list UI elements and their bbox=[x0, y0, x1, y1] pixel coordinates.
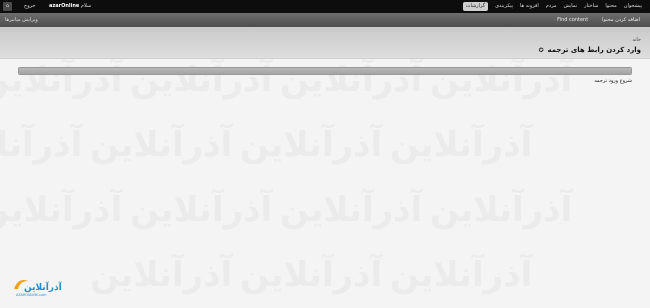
page-title: وارد کردن رابط های ترجمه ✪ bbox=[538, 46, 641, 54]
logo-mark: آذرآنلاین AZARONLINE.com bbox=[14, 280, 63, 297]
watermark-text: آذرآنلاین bbox=[280, 190, 423, 230]
breadcrumb-home[interactable]: خانه bbox=[632, 37, 641, 43]
menu-item-content[interactable]: محتوا bbox=[605, 2, 616, 11]
home-icon[interactable]: ⌂ bbox=[3, 2, 12, 11]
shortcut-find-content[interactable]: Find content bbox=[557, 17, 588, 23]
logo-text: آذرآنلاین bbox=[24, 281, 62, 293]
star-icon[interactable]: ✪ bbox=[538, 47, 543, 54]
shortcut-list: اضافه کردن محتوا Find content bbox=[557, 17, 640, 23]
page-header: خانه وارد کردن رابط های ترجمه ✪ bbox=[0, 27, 650, 59]
import-progress-bar bbox=[18, 67, 632, 75]
logo-subtext: AZARONLINE.com bbox=[16, 293, 47, 297]
edit-shortcuts-link[interactable]: ویرایش میانبرها bbox=[5, 17, 38, 23]
menu-item-dashboard[interactable]: پیشخوان bbox=[624, 2, 642, 11]
shortcut-bar: ویرایش میانبرها اضافه کردن محتوا Find co… bbox=[0, 13, 650, 27]
watermark-text: آذرآنلاین bbox=[90, 255, 233, 295]
watermark-text: آذرآنلاین bbox=[280, 60, 423, 100]
watermark-text: آذرآنلاین bbox=[0, 60, 123, 100]
site-logo: آذرآنلاین AZARONLINE.com bbox=[10, 275, 63, 299]
admin-menu: پیشخوان محتوا ساختار نمایش مردم افزونه ه… bbox=[462, 2, 642, 11]
menu-item-configuration[interactable]: پیکربندی bbox=[495, 2, 513, 11]
watermark-text: آذرآنلاین bbox=[240, 125, 383, 165]
menu-item-people[interactable]: مردم bbox=[546, 2, 557, 11]
watermark-text: آذرآنلاین bbox=[430, 190, 573, 230]
username-link[interactable]: azarOnline bbox=[49, 3, 79, 9]
menu-item-appearance[interactable]: نمایش bbox=[564, 2, 578, 11]
user-greeting: azarOnline سلام bbox=[49, 3, 91, 9]
watermark-text: آذرآنلاین bbox=[0, 125, 83, 165]
watermark-text: آذرآنلاین bbox=[130, 190, 273, 230]
logout-link[interactable]: خروج bbox=[24, 3, 36, 9]
watermark-text: آذرآنلاین bbox=[130, 60, 273, 100]
watermark-text: آذرآنلاین bbox=[240, 255, 383, 295]
admin-toolbar: ⌂ خروج azarOnline سلام پیشخوان محتوا ساخ… bbox=[0, 0, 650, 13]
watermark-text: آذرآنلاین bbox=[430, 60, 573, 100]
progress-fill bbox=[19, 68, 631, 74]
menu-item-structure[interactable]: ساختار bbox=[584, 2, 598, 11]
menu-item-reports[interactable]: گزارشات bbox=[462, 2, 489, 11]
shortcut-add-content[interactable]: اضافه کردن محتوا bbox=[602, 17, 640, 23]
watermark-text: آذرآنلاین bbox=[90, 125, 233, 165]
greeting-prefix: سلام bbox=[80, 3, 92, 9]
watermark-text: آذرآنلاین bbox=[390, 125, 533, 165]
watermark-text: آذرآنلاین bbox=[0, 190, 123, 230]
watermark-text: آذرآنلاین bbox=[390, 255, 533, 295]
progress-status-text: شروع ورود ترجمه bbox=[594, 78, 632, 84]
page-title-text: وارد کردن رابط های ترجمه bbox=[547, 46, 641, 54]
menu-item-modules[interactable]: افزونه ها bbox=[520, 2, 539, 11]
